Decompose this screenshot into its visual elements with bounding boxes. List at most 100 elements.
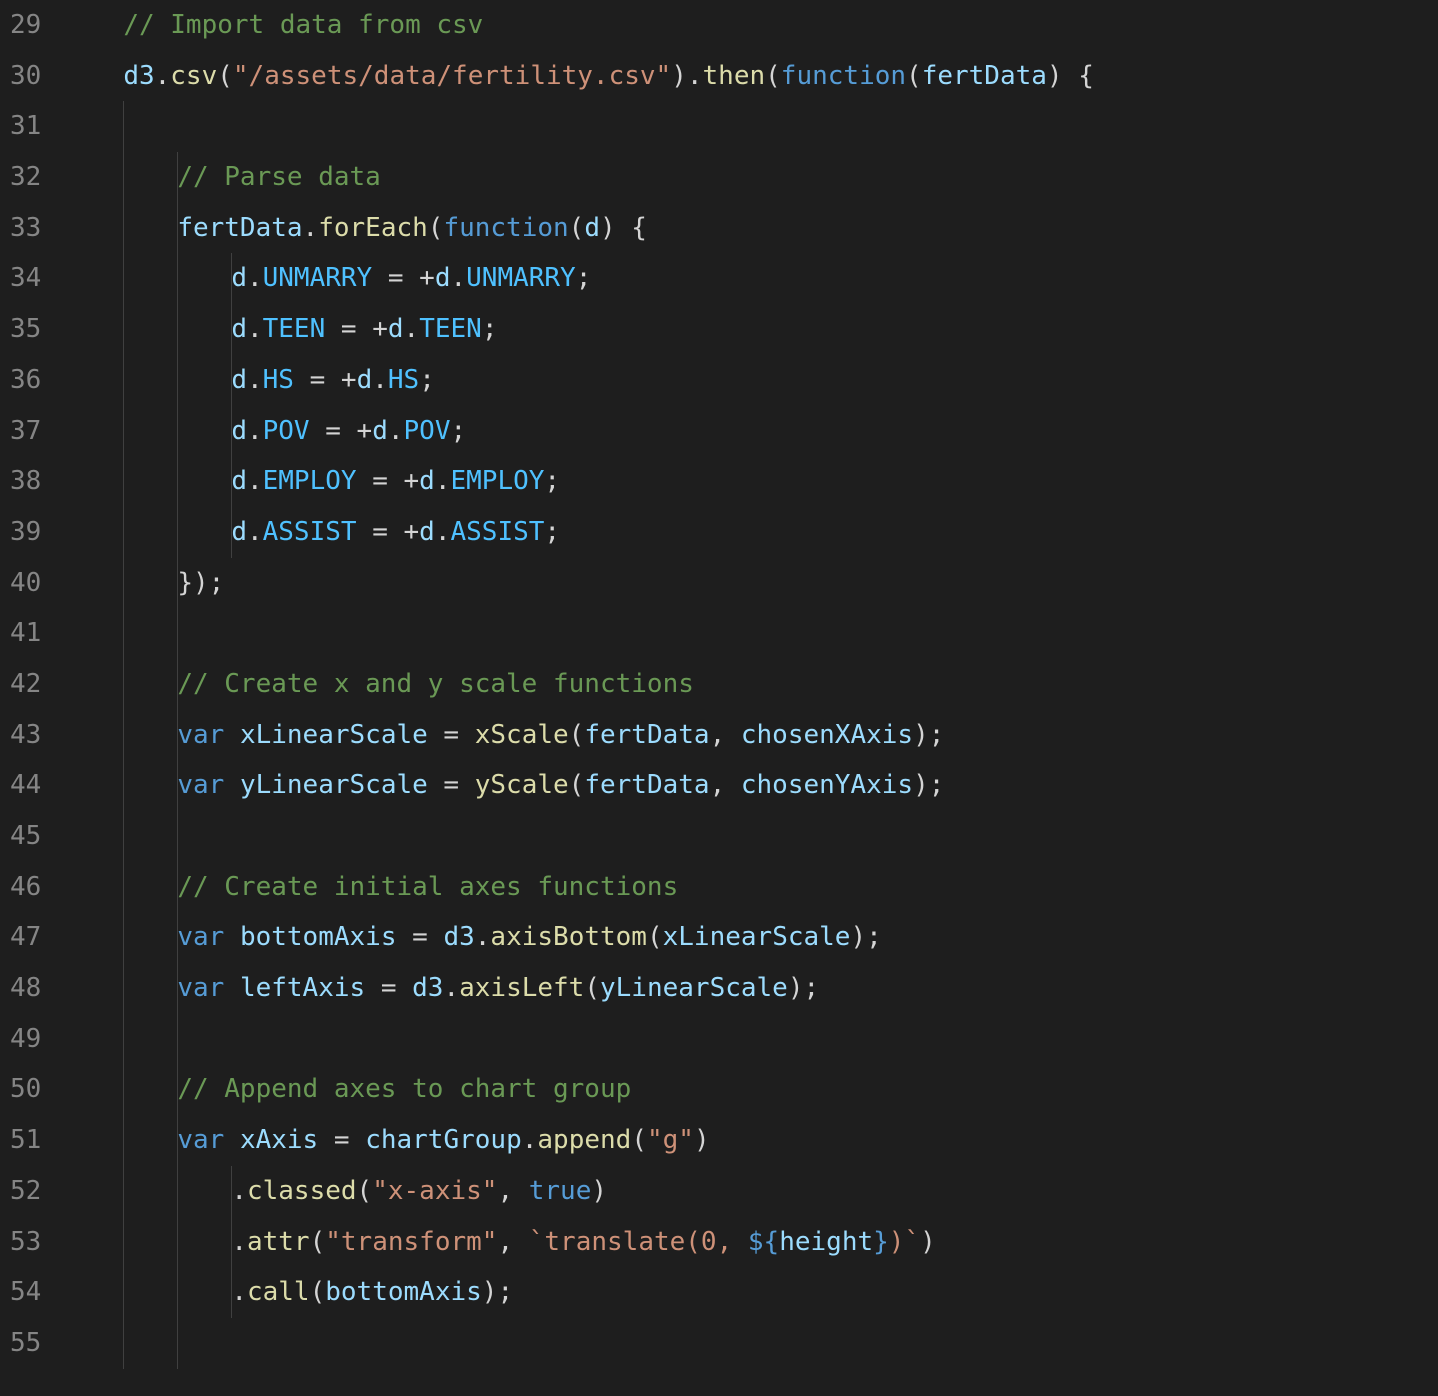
code-line[interactable] [69, 1014, 1438, 1065]
line-number: 45 [10, 811, 41, 862]
token: TEEN [263, 314, 326, 344]
token: fertData [584, 720, 709, 750]
indent-guide [123, 862, 124, 913]
code-line[interactable] [69, 101, 1438, 152]
indent-guide [123, 912, 124, 963]
token: ( [310, 1227, 326, 1257]
token: bottomAxis [325, 1277, 482, 1307]
token: ); [913, 770, 944, 800]
token: d [419, 466, 435, 496]
line-number: 32 [10, 152, 41, 203]
code-line[interactable]: // Create x and y scale functions [69, 659, 1438, 710]
token: ; [576, 263, 592, 293]
line-number: 46 [10, 862, 41, 913]
token: chosenYAxis [741, 770, 913, 800]
code-line[interactable]: // Import data from csv [69, 0, 1438, 51]
code-line[interactable]: }); [69, 558, 1438, 609]
token: ); [850, 922, 881, 952]
indent-guide [123, 963, 124, 1014]
line-number: 47 [10, 912, 41, 963]
code-line[interactable]: d.EMPLOY = +d.EMPLOY; [69, 456, 1438, 507]
code-line[interactable] [69, 1318, 1438, 1369]
token: ( [569, 720, 585, 750]
code-line[interactable]: .classed("x-axis", true) [69, 1166, 1438, 1217]
indent-guide [177, 659, 178, 710]
code-content: var leftAxis = d3.axisLeft(yLinearScale)… [69, 973, 819, 1003]
code-line[interactable]: .attr("transform", `translate(0, ${heigh… [69, 1217, 1438, 1268]
code-line[interactable]: .call(bottomAxis); [69, 1267, 1438, 1318]
code-line[interactable]: d.UNMARRY = +d.UNMARRY; [69, 253, 1438, 304]
token: // Create x and y scale functions [177, 669, 694, 699]
token: axisBottom [490, 922, 647, 952]
code-line[interactable]: var leftAxis = d3.axisLeft(yLinearScale)… [69, 963, 1438, 1014]
line-number: 44 [10, 760, 41, 811]
token: var [177, 922, 224, 952]
token: d3 [443, 922, 474, 952]
line-number: 33 [10, 203, 41, 254]
code-line[interactable]: // Append axes to chart group [69, 1064, 1438, 1115]
token: // Create initial axes functions [177, 872, 678, 902]
line-number: 48 [10, 963, 41, 1014]
code-line[interactable]: d3.csv("/assets/data/fertility.csv").the… [69, 51, 1438, 102]
token: d [231, 466, 247, 496]
token: . [522, 1125, 538, 1155]
indent-guide [123, 203, 124, 254]
token: ( [631, 1125, 647, 1155]
code-area[interactable]: // Import data from csvd3.csv("/assets/d… [69, 0, 1438, 1396]
line-number: 36 [10, 355, 41, 406]
code-line[interactable]: var xLinearScale = xScale(fertData, chos… [69, 710, 1438, 761]
code-line[interactable]: d.ASSIST = +d.ASSIST; [69, 507, 1438, 558]
token: d [584, 213, 600, 243]
token: . [404, 314, 420, 344]
indent-guide [177, 406, 178, 457]
indent-guide [123, 659, 124, 710]
code-line[interactable]: var bottomAxis = d3.axisBottom(xLinearSc… [69, 912, 1438, 963]
code-line[interactable]: fertData.forEach(function(d) { [69, 203, 1438, 254]
line-number: 38 [10, 456, 41, 507]
token: "transform" [325, 1227, 497, 1257]
token: d3 [123, 61, 154, 91]
token: HS [388, 365, 419, 395]
token: `translate(0, [529, 1227, 748, 1257]
token: then [703, 61, 766, 91]
code-line[interactable]: d.TEEN = +d.TEEN; [69, 304, 1438, 355]
token: true [529, 1176, 592, 1206]
token: ( [569, 770, 585, 800]
token: . [231, 1277, 247, 1307]
code-line[interactable]: d.POV = +d.POV; [69, 406, 1438, 457]
code-content: // Parse data [69, 162, 381, 192]
indent-guide [177, 1166, 178, 1217]
token: ( [765, 61, 781, 91]
code-line[interactable] [69, 811, 1438, 862]
indent-guide [123, 355, 124, 406]
line-number: 35 [10, 304, 41, 355]
token: chosenXAxis [741, 720, 913, 750]
token: ( [584, 973, 600, 1003]
code-line[interactable] [69, 608, 1438, 659]
line-number: 29 [10, 0, 41, 51]
token: = + [372, 263, 435, 293]
token: height [779, 1227, 873, 1257]
token: d [231, 314, 247, 344]
token: ); [913, 720, 944, 750]
code-editor[interactable]: 2930313233343536373839404142434445464748… [0, 0, 1438, 1396]
token: append [537, 1125, 631, 1155]
token: "g" [647, 1125, 694, 1155]
indent-guide [177, 963, 178, 1014]
token: . [247, 314, 263, 344]
token: . [231, 1227, 247, 1257]
line-number: 41 [10, 608, 41, 659]
token: ASSIST [450, 517, 544, 547]
indent-guide [177, 760, 178, 811]
code-line[interactable]: // Create initial axes functions [69, 862, 1438, 913]
token: }); [177, 568, 224, 598]
token: d [372, 416, 388, 446]
indent-guide [123, 811, 124, 862]
indent-guide [177, 811, 178, 862]
token: . [435, 517, 451, 547]
code-line[interactable]: d.HS = +d.HS; [69, 355, 1438, 406]
code-line[interactable]: var yLinearScale = yScale(fertData, chos… [69, 760, 1438, 811]
code-line[interactable]: var xAxis = chartGroup.append("g") [69, 1115, 1438, 1166]
code-content: .call(bottomAxis); [69, 1277, 513, 1307]
code-line[interactable]: // Parse data [69, 152, 1438, 203]
